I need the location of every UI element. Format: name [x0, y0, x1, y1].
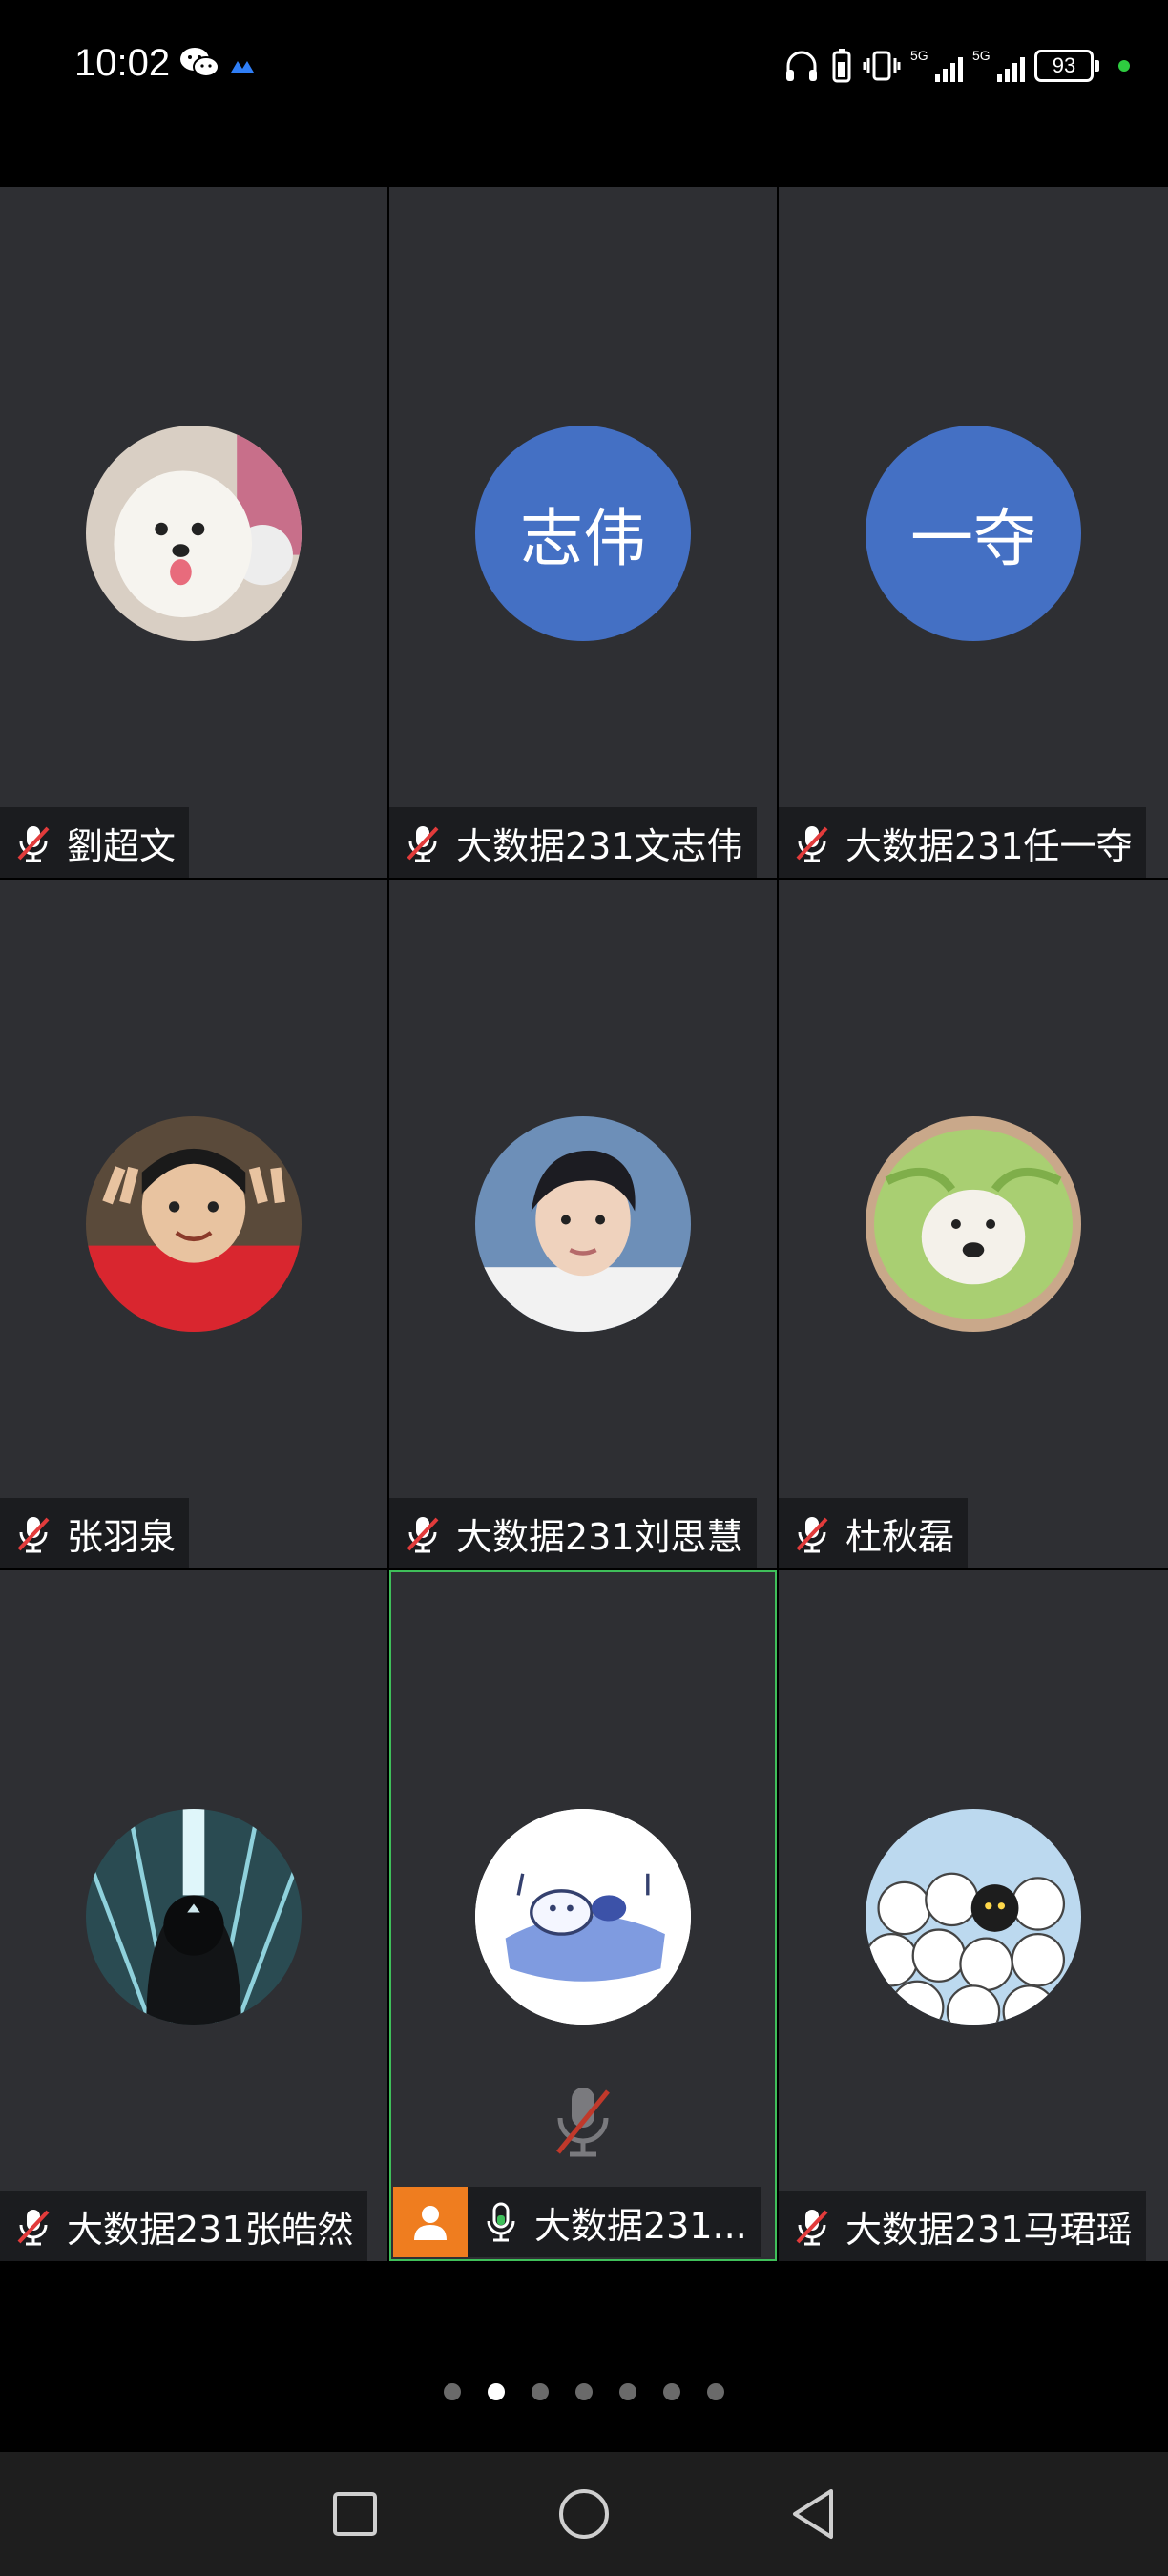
participant-name: 张羽泉 — [67, 1515, 177, 1558]
avatar — [866, 1116, 1081, 1332]
white-dog-photo — [86, 426, 302, 641]
name-tag: 大数据231马珺瑶 — [779, 2191, 1146, 2261]
participant-name: 大数据231刘思慧 — [456, 1515, 743, 1558]
participant-tile-active-speaker[interactable]: 大数据231... — [389, 1570, 777, 2261]
mic-muted-icon — [796, 2210, 828, 2246]
participant-name: 劉超文 — [67, 824, 177, 867]
avatar — [86, 426, 302, 641]
battery-icon: 93 — [1034, 50, 1099, 82]
avatar-initials: 一夺 — [910, 502, 1036, 575]
name-tag: 张羽泉 — [0, 1498, 190, 1568]
name-tag: 大数据231... — [393, 2187, 761, 2257]
mic-on-icon — [487, 2202, 515, 2242]
avatar — [86, 1809, 302, 2025]
host-badge — [393, 2187, 468, 2257]
name-tag: 大数据231刘思慧 — [389, 1498, 757, 1568]
page-dot[interactable] — [575, 2383, 593, 2400]
home-button[interactable] — [555, 2485, 613, 2543]
recents-square-icon — [333, 2492, 377, 2536]
avatar: 志伟 — [475, 426, 691, 641]
page-dot[interactable] — [707, 2383, 724, 2400]
headphones-icon — [786, 51, 817, 81]
participant-tile[interactable]: 劉超文 — [0, 187, 387, 878]
home-circle-icon — [559, 2489, 609, 2539]
participant-tile[interactable]: 张羽泉 — [0, 880, 387, 1568]
name-tag: 大数据231张皓然 — [0, 2191, 367, 2261]
avatar — [866, 1809, 1081, 2025]
mic-muted-icon — [17, 826, 50, 862]
app-icon — [231, 61, 254, 73]
child-photo — [86, 1116, 302, 1332]
page-dot-active[interactable] — [488, 2383, 505, 2400]
page-indicator[interactable] — [0, 2383, 1168, 2400]
avatar — [475, 1809, 691, 2025]
sleeping-cartoon — [475, 1809, 691, 2025]
back-button[interactable] — [784, 2485, 842, 2543]
participant-tile[interactable]: 大数据231马珺瑶 — [779, 1570, 1168, 2261]
system-navigation-bar — [0, 2452, 1168, 2576]
page-dot[interactable] — [663, 2383, 680, 2400]
name-tag: 大数据231任一夺 — [779, 807, 1146, 878]
avatar-initials: 志伟 — [520, 502, 646, 575]
participant-name: 大数据231张皓然 — [67, 2208, 354, 2251]
privacy-indicator-dot — [1118, 60, 1130, 72]
participant-tile[interactable]: 一夺 大数据231任一夺 — [779, 187, 1168, 878]
page-dot[interactable] — [444, 2383, 461, 2400]
participant-tile[interactable]: 大数据231张皓然 — [0, 1570, 387, 2261]
mic-muted-center-icon — [556, 2088, 610, 2157]
participant-tile[interactable]: 志伟 大数据231文志伟 — [389, 187, 777, 878]
avatar — [86, 1116, 302, 1332]
back-triangle-icon — [793, 2489, 833, 2539]
signal-icon: 5G — [910, 48, 963, 82]
status-icons: 5G 5G 93 — [782, 42, 1130, 90]
mic-muted-icon — [407, 826, 439, 862]
battery-level: 93 — [1034, 50, 1094, 82]
signal-label: 5G — [972, 48, 991, 63]
signal-icon: 5G — [972, 48, 1025, 82]
mic-muted-icon — [407, 1517, 439, 1553]
person-icon — [414, 2206, 447, 2240]
participant-name: 大数据231文志伟 — [456, 824, 743, 867]
cabbage-dog-photo — [866, 1116, 1081, 1332]
name-tag: 杜秋磊 — [779, 1498, 969, 1568]
mic-muted-icon — [17, 2210, 50, 2246]
participant-grid: 劉超文 志伟 大数据231文志伟 一夺 大数据231任一夺 张羽泉 大数据231… — [0, 187, 1168, 2261]
avatar — [475, 1116, 691, 1332]
name-tag: 劉超文 — [0, 807, 190, 878]
page-dot[interactable] — [619, 2383, 636, 2400]
mic-muted-icon — [17, 1517, 50, 1553]
mic-muted-icon — [796, 1517, 828, 1553]
name-tag: 大数据231文志伟 — [389, 807, 757, 878]
participant-name: 大数据231马珺瑶 — [845, 2208, 1133, 2251]
boy-portrait-photo — [475, 1116, 691, 1332]
battery-saver-icon — [832, 49, 851, 83]
mic-muted-icon — [796, 826, 828, 862]
cat-crowd-cartoon — [866, 1809, 1081, 2025]
status-bar: 10:02 5G 5G 93 — [0, 0, 1168, 186]
participant-name: 大数据231任一夺 — [845, 824, 1133, 867]
recents-button[interactable] — [326, 2485, 384, 2543]
page-dot[interactable] — [532, 2383, 549, 2400]
hooded-figure-photo — [86, 1809, 302, 2025]
participant-tile[interactable]: 杜秋磊 — [779, 880, 1168, 1568]
participant-tile[interactable]: 大数据231刘思慧 — [389, 880, 777, 1568]
participant-name: 杜秋磊 — [845, 1515, 955, 1558]
avatar: 一夺 — [866, 426, 1081, 641]
signal-label: 5G — [910, 48, 928, 63]
participant-name: 大数据231... — [534, 2204, 747, 2247]
wechat-icon — [180, 48, 219, 77]
clock: 10:02 — [74, 42, 171, 84]
vibrate-icon — [863, 51, 901, 81]
